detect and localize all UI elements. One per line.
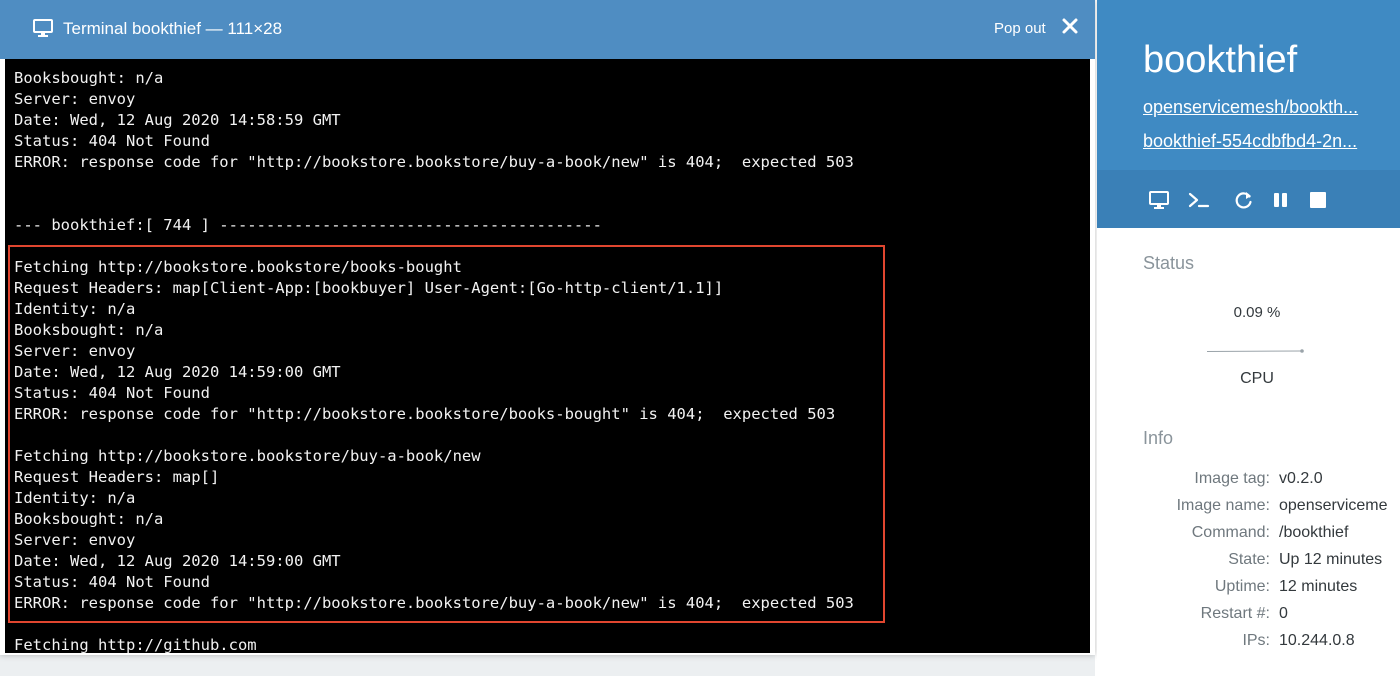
info-value-state: Up 12 minutes <box>1279 551 1383 568</box>
info-label-uptime: Uptime: <box>1214 578 1270 595</box>
terminal-title: Terminal bookthief — 111×28 <box>63 19 283 38</box>
close-icon[interactable] <box>1060 16 1080 36</box>
terminal-line: --- bookthief:[ 744 ] ------------------… <box>14 216 602 234</box>
monitor-icon[interactable] <box>1148 190 1170 210</box>
stop-icon[interactable] <box>1307 190 1329 210</box>
container-name: bookthief <box>1143 39 1298 81</box>
terminal-icon[interactable] <box>1188 190 1210 210</box>
info-label-state: State: <box>1228 551 1270 568</box>
cpu-label: CPU <box>1240 370 1274 387</box>
pause-icon[interactable] <box>1270 190 1292 210</box>
info-label-command: Command: <box>1191 524 1270 541</box>
container-header: bookthief openservicemesh/bookth... book… <box>1097 0 1400 228</box>
terminal-window: Terminal bookthief — 111×28 Pop out Book… <box>0 0 1095 655</box>
status-heading: Status <box>1143 253 1195 273</box>
info-value-uptime: 12 minutes <box>1279 578 1358 595</box>
terminal-line: Status: 404 Not Found <box>14 132 210 150</box>
terminal-line: ERROR: response code for "http://booksto… <box>14 153 854 171</box>
terminal-titlebar: Terminal bookthief — 111×28 Pop out <box>0 0 1095 59</box>
cpu-sparkline <box>1206 349 1304 353</box>
info-label-image-tag: Image tag: <box>1194 470 1270 487</box>
monitor-icon <box>33 19 53 37</box>
info-label-restart-count: Restart #: <box>1200 605 1270 622</box>
info-value-ips: 10.244.0.8 <box>1279 632 1355 649</box>
info-label-image-name: Image name: <box>1176 497 1270 514</box>
background-page <box>0 655 1095 676</box>
terminal-output[interactable]: Booksbought: n/a Server: envoy Date: Wed… <box>5 59 1090 653</box>
container-details-panel: bookthief openservicemesh/bookth... book… <box>1097 0 1400 676</box>
info-value-image-name: openserviceme <box>1279 497 1388 514</box>
info-value-image-tag: v0.2.0 <box>1279 470 1323 487</box>
info-label-ips: IPs: <box>1242 632 1270 649</box>
pop-out-button[interactable]: Pop out <box>994 20 1046 38</box>
terminal-line: Fetching http://github.com <box>14 636 257 653</box>
image-link[interactable]: openservicemesh/bookth... <box>1143 96 1358 118</box>
cpu-value: 0.09 % <box>1233 304 1281 321</box>
container-id-link[interactable]: bookthief-554cdbfbd4-2n... <box>1143 130 1357 152</box>
highlight-box <box>8 245 885 623</box>
terminal-line: Server: envoy <box>14 90 136 108</box>
info-value-restart-count: 0 <box>1279 605 1288 622</box>
info-value-command: /bookthief <box>1279 524 1349 541</box>
terminal-line: Booksbought: n/a <box>14 69 164 87</box>
restart-icon[interactable] <box>1233 190 1255 210</box>
terminal-line: Date: Wed, 12 Aug 2020 14:58:59 GMT <box>14 111 341 129</box>
info-heading: Info <box>1143 428 1174 448</box>
